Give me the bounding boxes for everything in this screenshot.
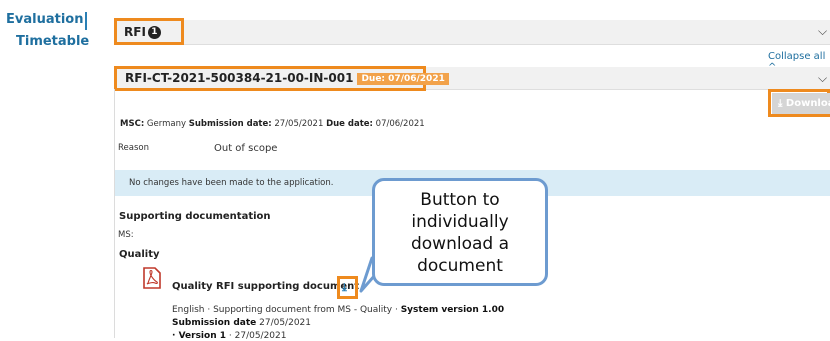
callout-line-2: individually [411, 212, 509, 232]
download-icon: ⤓ [778, 98, 783, 109]
reason-label: Reason [118, 143, 149, 153]
msc-details: MSC: Germany Submission date: 27/05/2021… [120, 119, 425, 129]
due-date-badge: Due: 07/06/2021 [357, 72, 449, 85]
rfi-panel-header[interactable] [114, 20, 830, 45]
download-all-button[interactable]: ⤓ Download [772, 93, 830, 114]
nav-active-indicator [85, 12, 87, 30]
document-meta: English · Supporting document from MS - … [172, 305, 505, 315]
ms-label: MS: [118, 230, 134, 240]
rfi-count-badge: 1 [147, 26, 161, 39]
callout-line-4: document [417, 256, 503, 276]
chevron-down-icon[interactable]: ⌵ [818, 24, 827, 39]
supporting-documentation-heading: Supporting documentation [119, 211, 271, 222]
document-version: · Version 1 · 27/05/2021 [172, 331, 287, 341]
callout-line-3: download a [410, 234, 510, 254]
pdf-icon [143, 267, 161, 293]
rfi-item-title: RFI-CT-2021-500384-21-00-IN-001 Due: 07/0… [125, 71, 449, 85]
download-icon[interactable]: ⤓ [342, 281, 347, 295]
quality-heading: Quality [119, 249, 160, 260]
document-title[interactable]: Quality RFI supporting document [172, 281, 359, 292]
reason-value: Out of scope [214, 143, 278, 154]
nav-item-timetable[interactable]: Timetable [16, 34, 89, 49]
nav-item-evaluation[interactable]: Evaluation [6, 12, 83, 27]
callout-line-1: Button to [420, 190, 500, 210]
document-submission-date: Submission date 27/05/2021 [172, 318, 311, 328]
rfi-panel-title: RFI 1 [124, 25, 161, 39]
callout-annotation: Button to individually download a docume… [372, 178, 548, 286]
chevron-down-icon[interactable]: ⌵ [818, 71, 827, 86]
